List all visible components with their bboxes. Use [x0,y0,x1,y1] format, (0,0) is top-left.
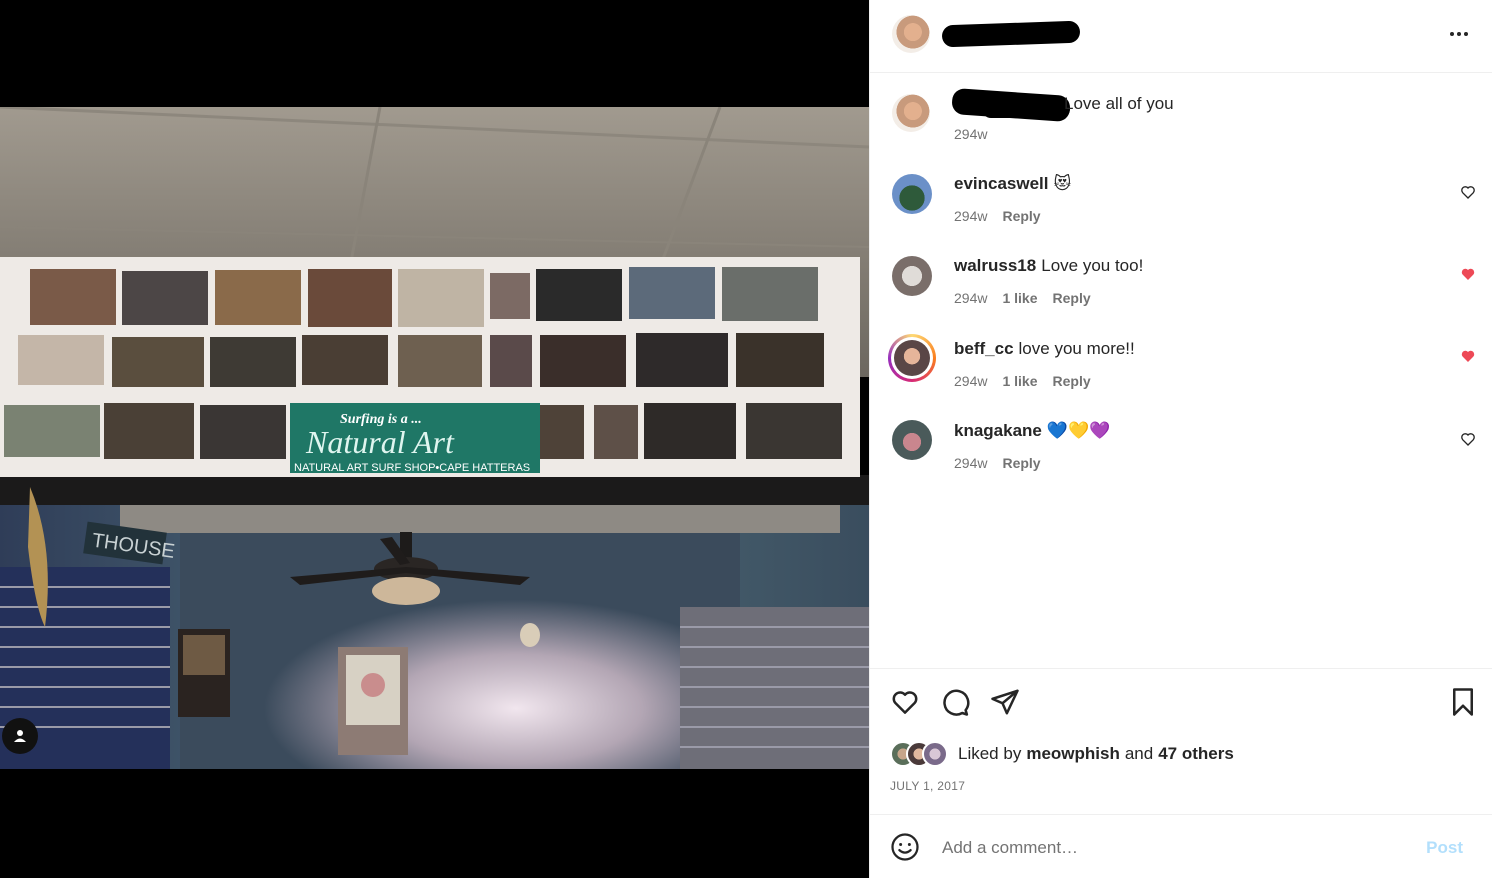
comment-time: 294w [954,455,988,471]
post-media: THOUSE Surfing is a ... Natural Art NATU… [0,0,869,878]
liked-comment-heart-icon[interactable] [1460,266,1476,282]
liked-comment-heart-icon[interactable] [1460,348,1476,364]
comment-text: Love you too! [1041,256,1144,275]
comment-bubble-icon[interactable] [940,687,970,717]
post-date[interactable]: JULY 1, 2017 [890,779,965,793]
comment-avatar[interactable] [892,256,932,296]
comment: beff_cc love you more!! [954,339,1135,359]
reply-button[interactable]: Reply [1053,373,1091,389]
share-paper-plane-icon[interactable] [990,687,1020,717]
comment: evincaswell 😻 [954,174,1071,194]
comment-text: love you more!! [1018,339,1135,358]
like-comment-heart-icon[interactable] [1460,431,1476,447]
redacted-username [941,20,1081,48]
save-bookmark-icon[interactable] [1448,687,1478,717]
comment-time: 294w [954,373,988,389]
comment-likes[interactable]: 1 like [1002,373,1037,389]
post-photo[interactable]: THOUSE Surfing is a ... Natural Art NATU… [0,107,869,769]
comment-avatar[interactable] [892,174,932,214]
action-bar: Liked by meowphish and 47 others JULY 1,… [870,668,1492,815]
reply-button[interactable]: Reply [1002,208,1040,224]
comment-text: 💙💛💜 [1046,421,1111,440]
like-heart-icon[interactable] [890,687,920,717]
author-avatar[interactable] [892,15,930,53]
liker-avatar [922,741,948,767]
liked-by-user[interactable]: meowphish [1026,744,1120,764]
caption-text: Love all of you [1064,94,1174,113]
comment: knagakane 💙💛💜 [954,421,1110,441]
comment-time: 294w [954,290,988,306]
comment-avatar[interactable] [892,420,932,460]
emoji-icon[interactable] [890,832,920,862]
comment-bar: Post [870,814,1492,878]
post-comment-button[interactable]: Post [1426,838,1463,858]
caption-author-avatar[interactable] [892,94,930,132]
comment-username[interactable]: walruss18 [954,256,1036,276]
more-options-icon[interactable] [1447,24,1471,44]
comment-likes[interactable]: 1 like [1002,290,1037,306]
sign-subtitle: NATURAL ART SURF SHOP•CAPE HATTERAS [294,462,530,474]
comment-text: 😻 [1053,174,1072,193]
comment-username[interactable]: evincaswell [954,174,1049,194]
like-comment-heart-icon[interactable] [1460,184,1476,200]
post-header [870,0,1492,73]
comment: walruss18 Love you too! [954,256,1143,276]
reply-button[interactable]: Reply [1002,455,1040,471]
comment-time: 294w [954,208,988,224]
comment-input[interactable] [940,830,1424,866]
comment-username[interactable]: beff_cc [954,339,1014,359]
liked-by-others[interactable]: 47 others [1158,744,1234,764]
reply-button[interactable]: Reply [1053,290,1091,306]
liked-by-and: and [1124,744,1154,763]
redaction-mark [982,100,1070,118]
sign-title: Natural Art [305,424,455,460]
story-ring-avatar[interactable] [888,334,936,382]
caption-time: 294w [954,126,988,142]
liker-avatars[interactable] [890,741,958,767]
tagged-user-icon[interactable] [2,718,38,754]
liked-by-summary: Liked by meowphish and 47 others [890,741,1234,767]
post-details-panel: Love all of you 294w evincaswell 😻 294w … [869,0,1492,878]
liked-by-prefix: Liked by [958,744,1022,763]
comment-username[interactable]: knagakane [954,421,1042,441]
